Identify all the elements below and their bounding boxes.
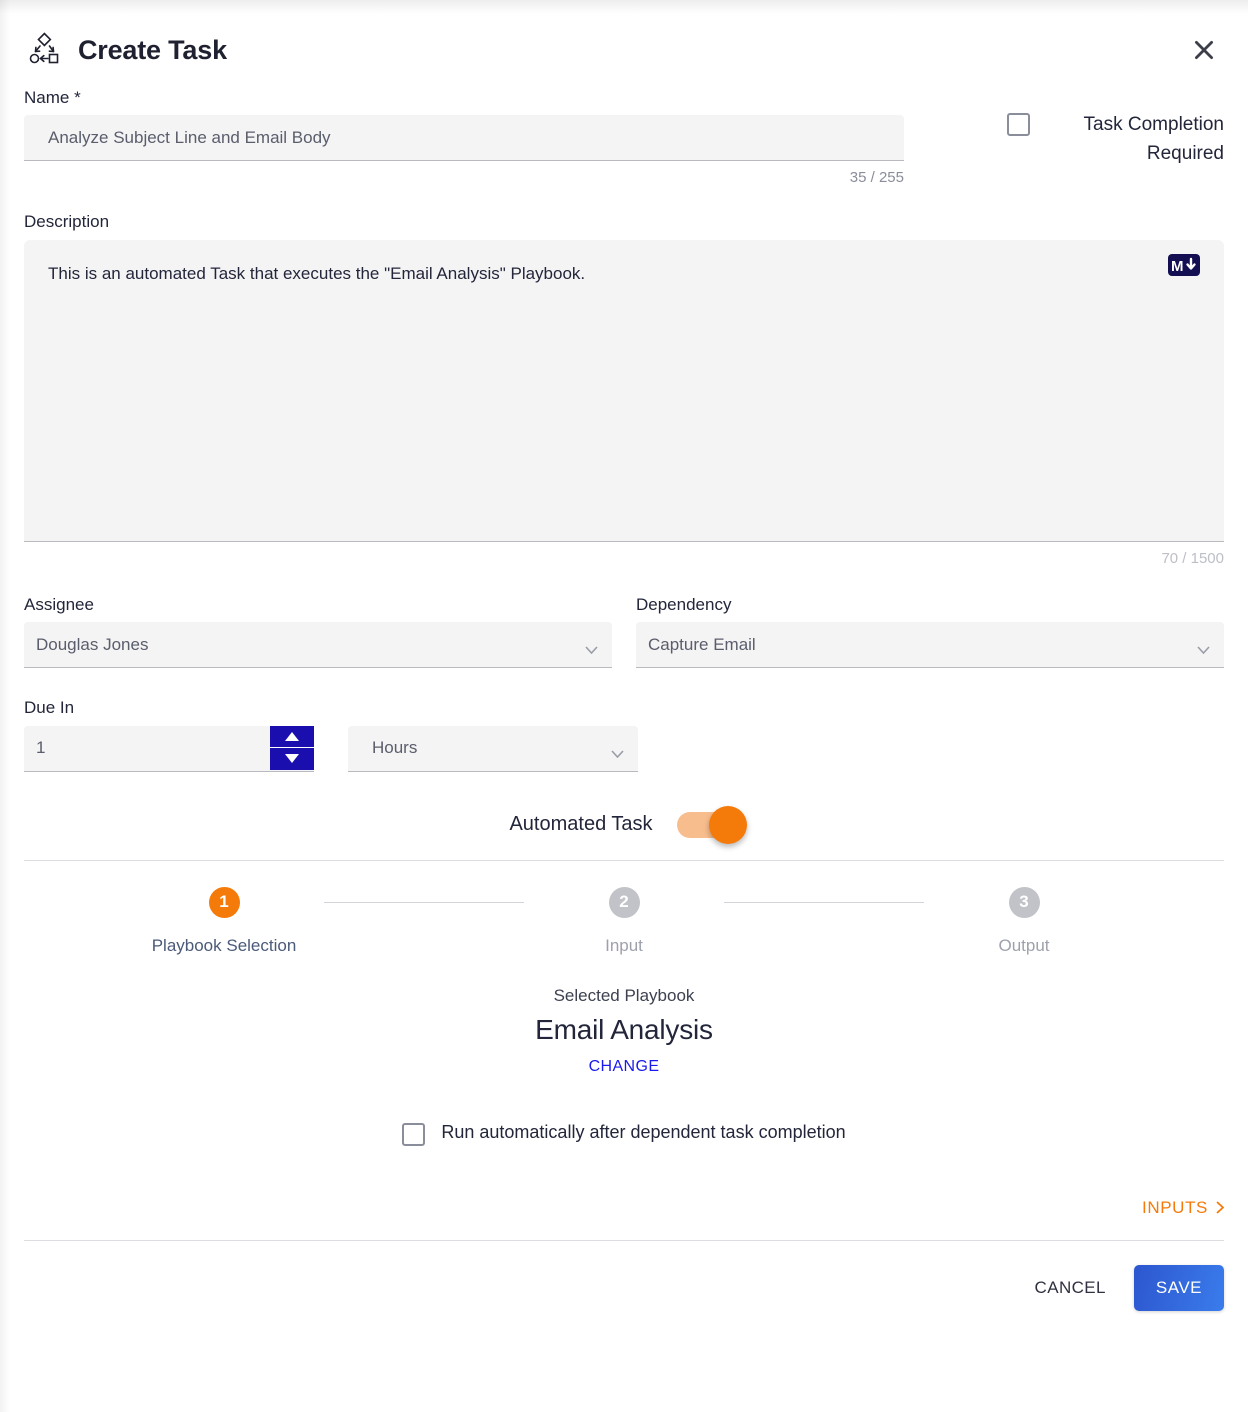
step-1-circle: 1 [208,886,240,918]
name-label: Name * [24,88,81,107]
run-automatically-label: Run automatically after dependent task c… [441,1122,846,1143]
assignee-label: Assignee [24,594,94,614]
name-character-counter: 35 / 255 [849,169,904,187]
workflow-diagram-icon [24,30,64,70]
description-character-counter: 70 / 1500 [1161,549,1224,567]
triangle-up-icon [285,731,299,741]
step-connector [724,901,924,903]
assignee-group: Assignee Douglas Jones [24,594,612,669]
automated-task-toggle[interactable] [676,805,747,844]
step-playbook-selection[interactable]: 1 Playbook Selection [124,886,324,956]
dialog-footer: CANCEL SAVE [0,1241,1248,1311]
name-field-group: Name * Analyze Subject Line and Email Bo… [24,88,904,186]
task-completion-required-group[interactable]: Task Completion Required [904,88,1224,186]
step-connector [324,901,524,903]
selected-playbook-caption: Selected Playbook [553,985,695,1005]
assignee-select[interactable]: Douglas Jones [24,622,612,669]
assignee-value: Douglas Jones [24,622,612,669]
inputs-label: INPUTS [1142,1197,1208,1217]
dialog-header: Create Task [0,0,1248,74]
dependency-select[interactable]: Capture Email [636,622,1224,669]
close-icon[interactable] [1184,30,1224,70]
toggle-thumb [708,805,747,844]
wizard-stepper: 1 Playbook Selection 2 Input 3 Output [0,861,1248,956]
chevron-right-icon [1216,1201,1224,1214]
selected-playbook-name: Email Analysis [535,1013,713,1045]
due-in-label: Due In [24,698,75,718]
create-task-dialog: Create Task Name * Analyze Subject Line … [0,0,1248,1412]
task-completion-required-label: Task Completion Required [1083,114,1224,165]
description-textarea[interactable]: This is an automated Task that executes … [24,239,1224,542]
step-input[interactable]: 2 Input [524,886,724,956]
selected-playbook-section: Selected Playbook Email Analysis CHANGE [0,956,1248,1076]
triangle-down-icon [285,754,299,764]
description-field-group: Description This is an automated Task th… [0,186,1248,567]
svg-text:M: M [1171,258,1183,275]
automated-task-row: Automated Task [0,772,1248,860]
stepper-decrement-button[interactable] [270,748,314,770]
name-input[interactable]: Analyze Subject Line and Email Body [24,115,904,162]
dependency-group: Dependency Capture Email [636,594,1224,669]
step-3-label: Output [998,935,1050,955]
description-text: This is an automated Task that executes … [48,263,586,283]
due-in-unit-select[interactable]: Hours [348,725,638,772]
step-3-circle: 3 [1008,886,1040,918]
name-row: Name * Analyze Subject Line and Email Bo… [0,74,1248,186]
cancel-button[interactable]: CANCEL [1017,1266,1124,1310]
automated-task-label: Automated Task [509,813,653,836]
step-2-label: Input [605,935,643,955]
page-title: Create Task [78,34,227,65]
due-in-unit-value: Hours [348,725,638,772]
due-in-number-field[interactable]: 1 [24,725,314,772]
step-1-label: Playbook Selection [151,935,297,955]
save-button[interactable]: SAVE [1133,1264,1224,1311]
dependency-value: Capture Email [636,622,1224,669]
inputs-next-button[interactable]: INPUTS [1142,1198,1224,1218]
inputs-row: INPUTS [0,1146,1248,1218]
due-in-group: Due In 1 Hours [0,668,1248,772]
step-output[interactable]: 3 Output [924,886,1124,956]
change-playbook-link[interactable]: CHANGE [589,1058,660,1076]
markdown-icon[interactable]: M [1168,253,1200,276]
step-2-circle: 2 [608,886,640,918]
description-label: Description [24,212,110,232]
task-completion-required-checkbox[interactable] [1007,113,1030,136]
stepper-increment-button[interactable] [270,726,314,749]
assignee-dependency-row: Assignee Douglas Jones Dependency Captur… [0,567,1248,669]
quantity-stepper[interactable] [270,725,314,770]
run-automatically-checkbox[interactable] [402,1122,426,1146]
run-automatically-row[interactable]: Run automatically after dependent task c… [0,1076,1248,1146]
dependency-label: Dependency [636,594,732,614]
